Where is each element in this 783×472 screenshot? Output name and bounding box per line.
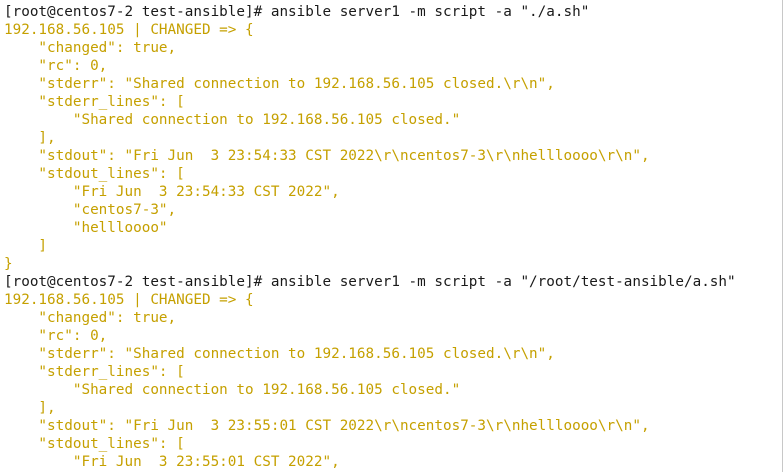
output-line: "Shared connection to 192.168.56.105 clo… [4, 382, 461, 398]
output-line: "stderr_lines": [ [4, 364, 185, 380]
command-line: [root@centos7-2 test-ansible]# ansible s… [4, 274, 736, 290]
output-line: "stderr": "Shared connection to 192.168.… [4, 346, 555, 362]
output-line: ], [4, 400, 56, 416]
output-line: "stdout_lines": [ [4, 436, 185, 452]
output-line: "changed": true, [4, 310, 177, 326]
output-line: "stderr": "Shared connection to 192.168.… [4, 76, 555, 92]
output-line: "changed": true, [4, 40, 177, 56]
output-line: "stdout": "Fri Jun 3 23:55:01 CST 2022\r… [4, 418, 650, 434]
output-line: "Fri Jun 3 23:55:01 CST 2022", [4, 454, 340, 470]
output-line: "stdout": "Fri Jun 3 23:54:33 CST 2022\r… [4, 148, 650, 164]
output-line: "stderr_lines": [ [4, 94, 185, 110]
output-line: "centos7-3", [4, 202, 177, 218]
output-line: "stdout_lines": [ [4, 166, 185, 182]
output-line: 192.168.56.105 | CHANGED => { [4, 22, 254, 38]
output-line: "hellloooo" [4, 220, 168, 236]
output-line: } [4, 256, 13, 272]
command-line: [root@centos7-2 test-ansible]# ansible s… [4, 4, 590, 20]
output-line: "rc": 0, [4, 328, 108, 344]
output-line: "rc": 0, [4, 58, 108, 74]
output-line: "Fri Jun 3 23:54:33 CST 2022", [4, 184, 340, 200]
output-line: "Shared connection to 192.168.56.105 clo… [4, 112, 461, 128]
terminal-window[interactable]: [root@centos7-2 test-ansible]# ansible s… [0, 0, 783, 472]
output-line: ], [4, 130, 56, 146]
output-line: 192.168.56.105 | CHANGED => { [4, 292, 254, 308]
output-line: ] [4, 238, 48, 254]
